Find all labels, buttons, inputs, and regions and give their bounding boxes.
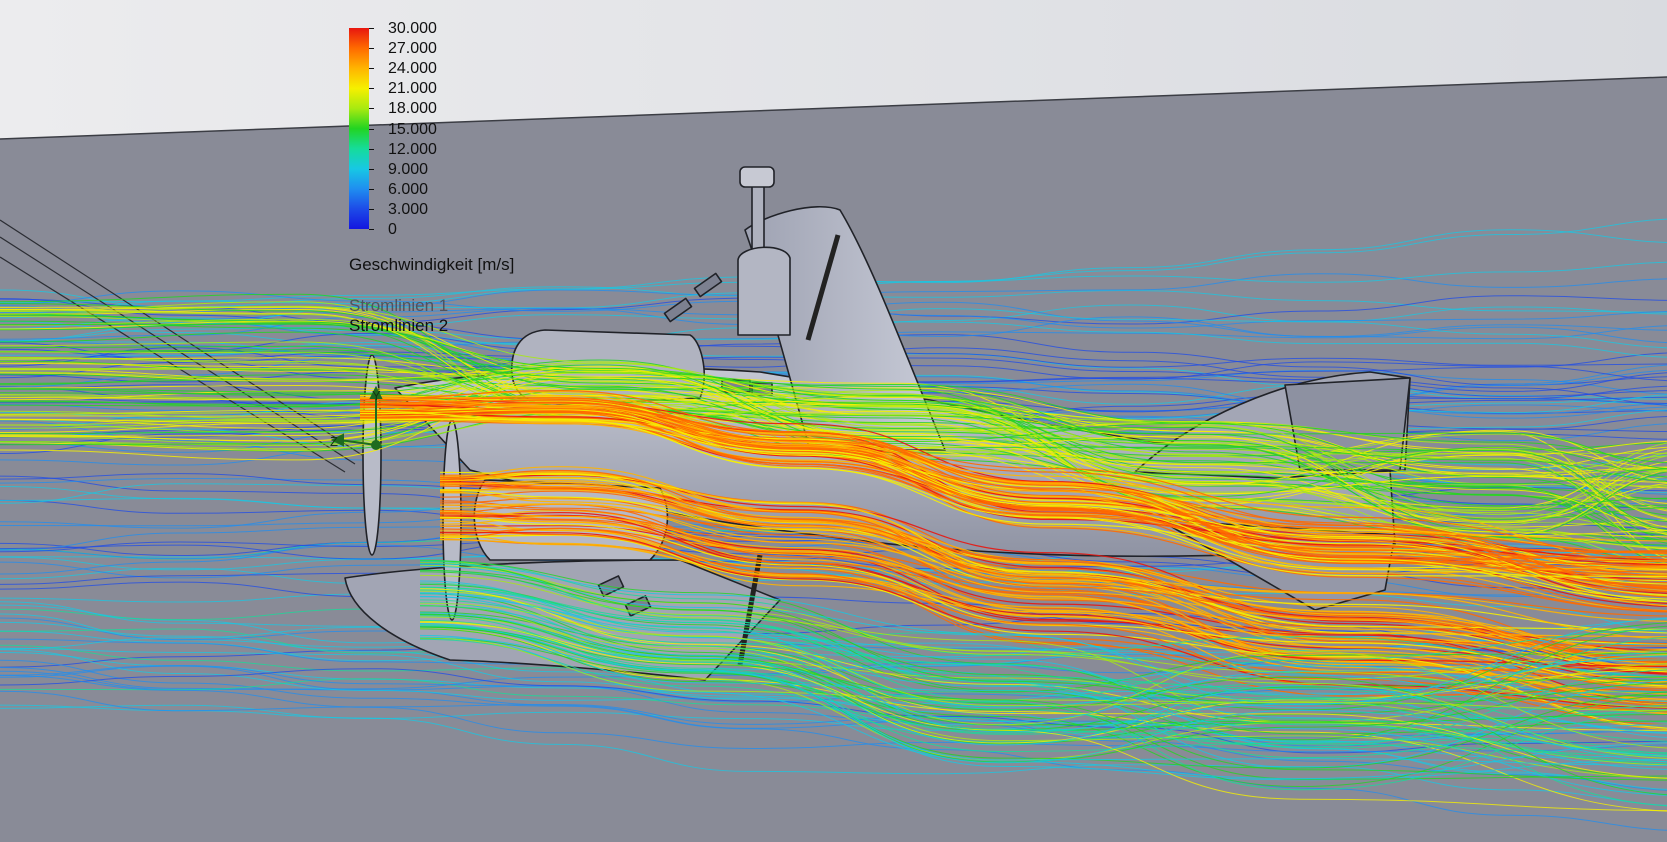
triad-y-label: Y xyxy=(372,388,381,403)
legend-tick-mark xyxy=(369,129,374,130)
legend-tick-mark xyxy=(369,209,374,210)
legend-tick-mark xyxy=(369,108,374,109)
velocity-color-scale xyxy=(349,28,369,229)
legend-tick-mark xyxy=(369,189,374,190)
legend-tick-label: 21.000 xyxy=(388,80,437,97)
legend-tick-mark xyxy=(369,48,374,49)
triad-z-label: Z xyxy=(330,434,338,449)
streamlines-1-label[interactable]: Stromlinien 1 xyxy=(349,296,448,316)
legend-tick-mark xyxy=(369,88,374,89)
propeller-upper[interactable] xyxy=(362,354,382,556)
legend-tick-label: 30.000 xyxy=(388,20,437,37)
legend-tick-mark xyxy=(369,169,374,170)
mast-cap xyxy=(739,166,775,188)
legend-tick-label: 9.000 xyxy=(388,161,429,178)
legend-tick-mark xyxy=(369,229,374,230)
cabin-tower xyxy=(737,246,791,336)
legend-tick-label: 3.000 xyxy=(388,201,429,218)
legend-tick-label: 15.000 xyxy=(388,121,437,138)
legend-tick-label: 6.000 xyxy=(388,181,429,198)
streamlines-2-label[interactable]: Stromlinien 2 xyxy=(349,316,448,336)
legend-tick-mark xyxy=(369,28,374,29)
legend-tick-label: 18.000 xyxy=(388,100,437,117)
legend-tick-label: 12.000 xyxy=(388,141,437,158)
velocity-quantity-label: Geschwindigkeit [m/s] xyxy=(349,255,515,274)
legend-tick-mark xyxy=(369,68,374,69)
legend-tick-label: 24.000 xyxy=(388,60,437,77)
mast xyxy=(751,184,765,256)
legend-tick-label: 0 xyxy=(388,221,397,238)
legend-tick-mark xyxy=(369,149,374,150)
velocity-legend: 30.000 27.000 24.000 21.000 18.000 15.000 12.0… xyxy=(349,21,549,348)
legend-tick-label: 27.000 xyxy=(388,40,437,57)
cfd-viewport[interactable]: Y Z xyxy=(0,0,1667,842)
